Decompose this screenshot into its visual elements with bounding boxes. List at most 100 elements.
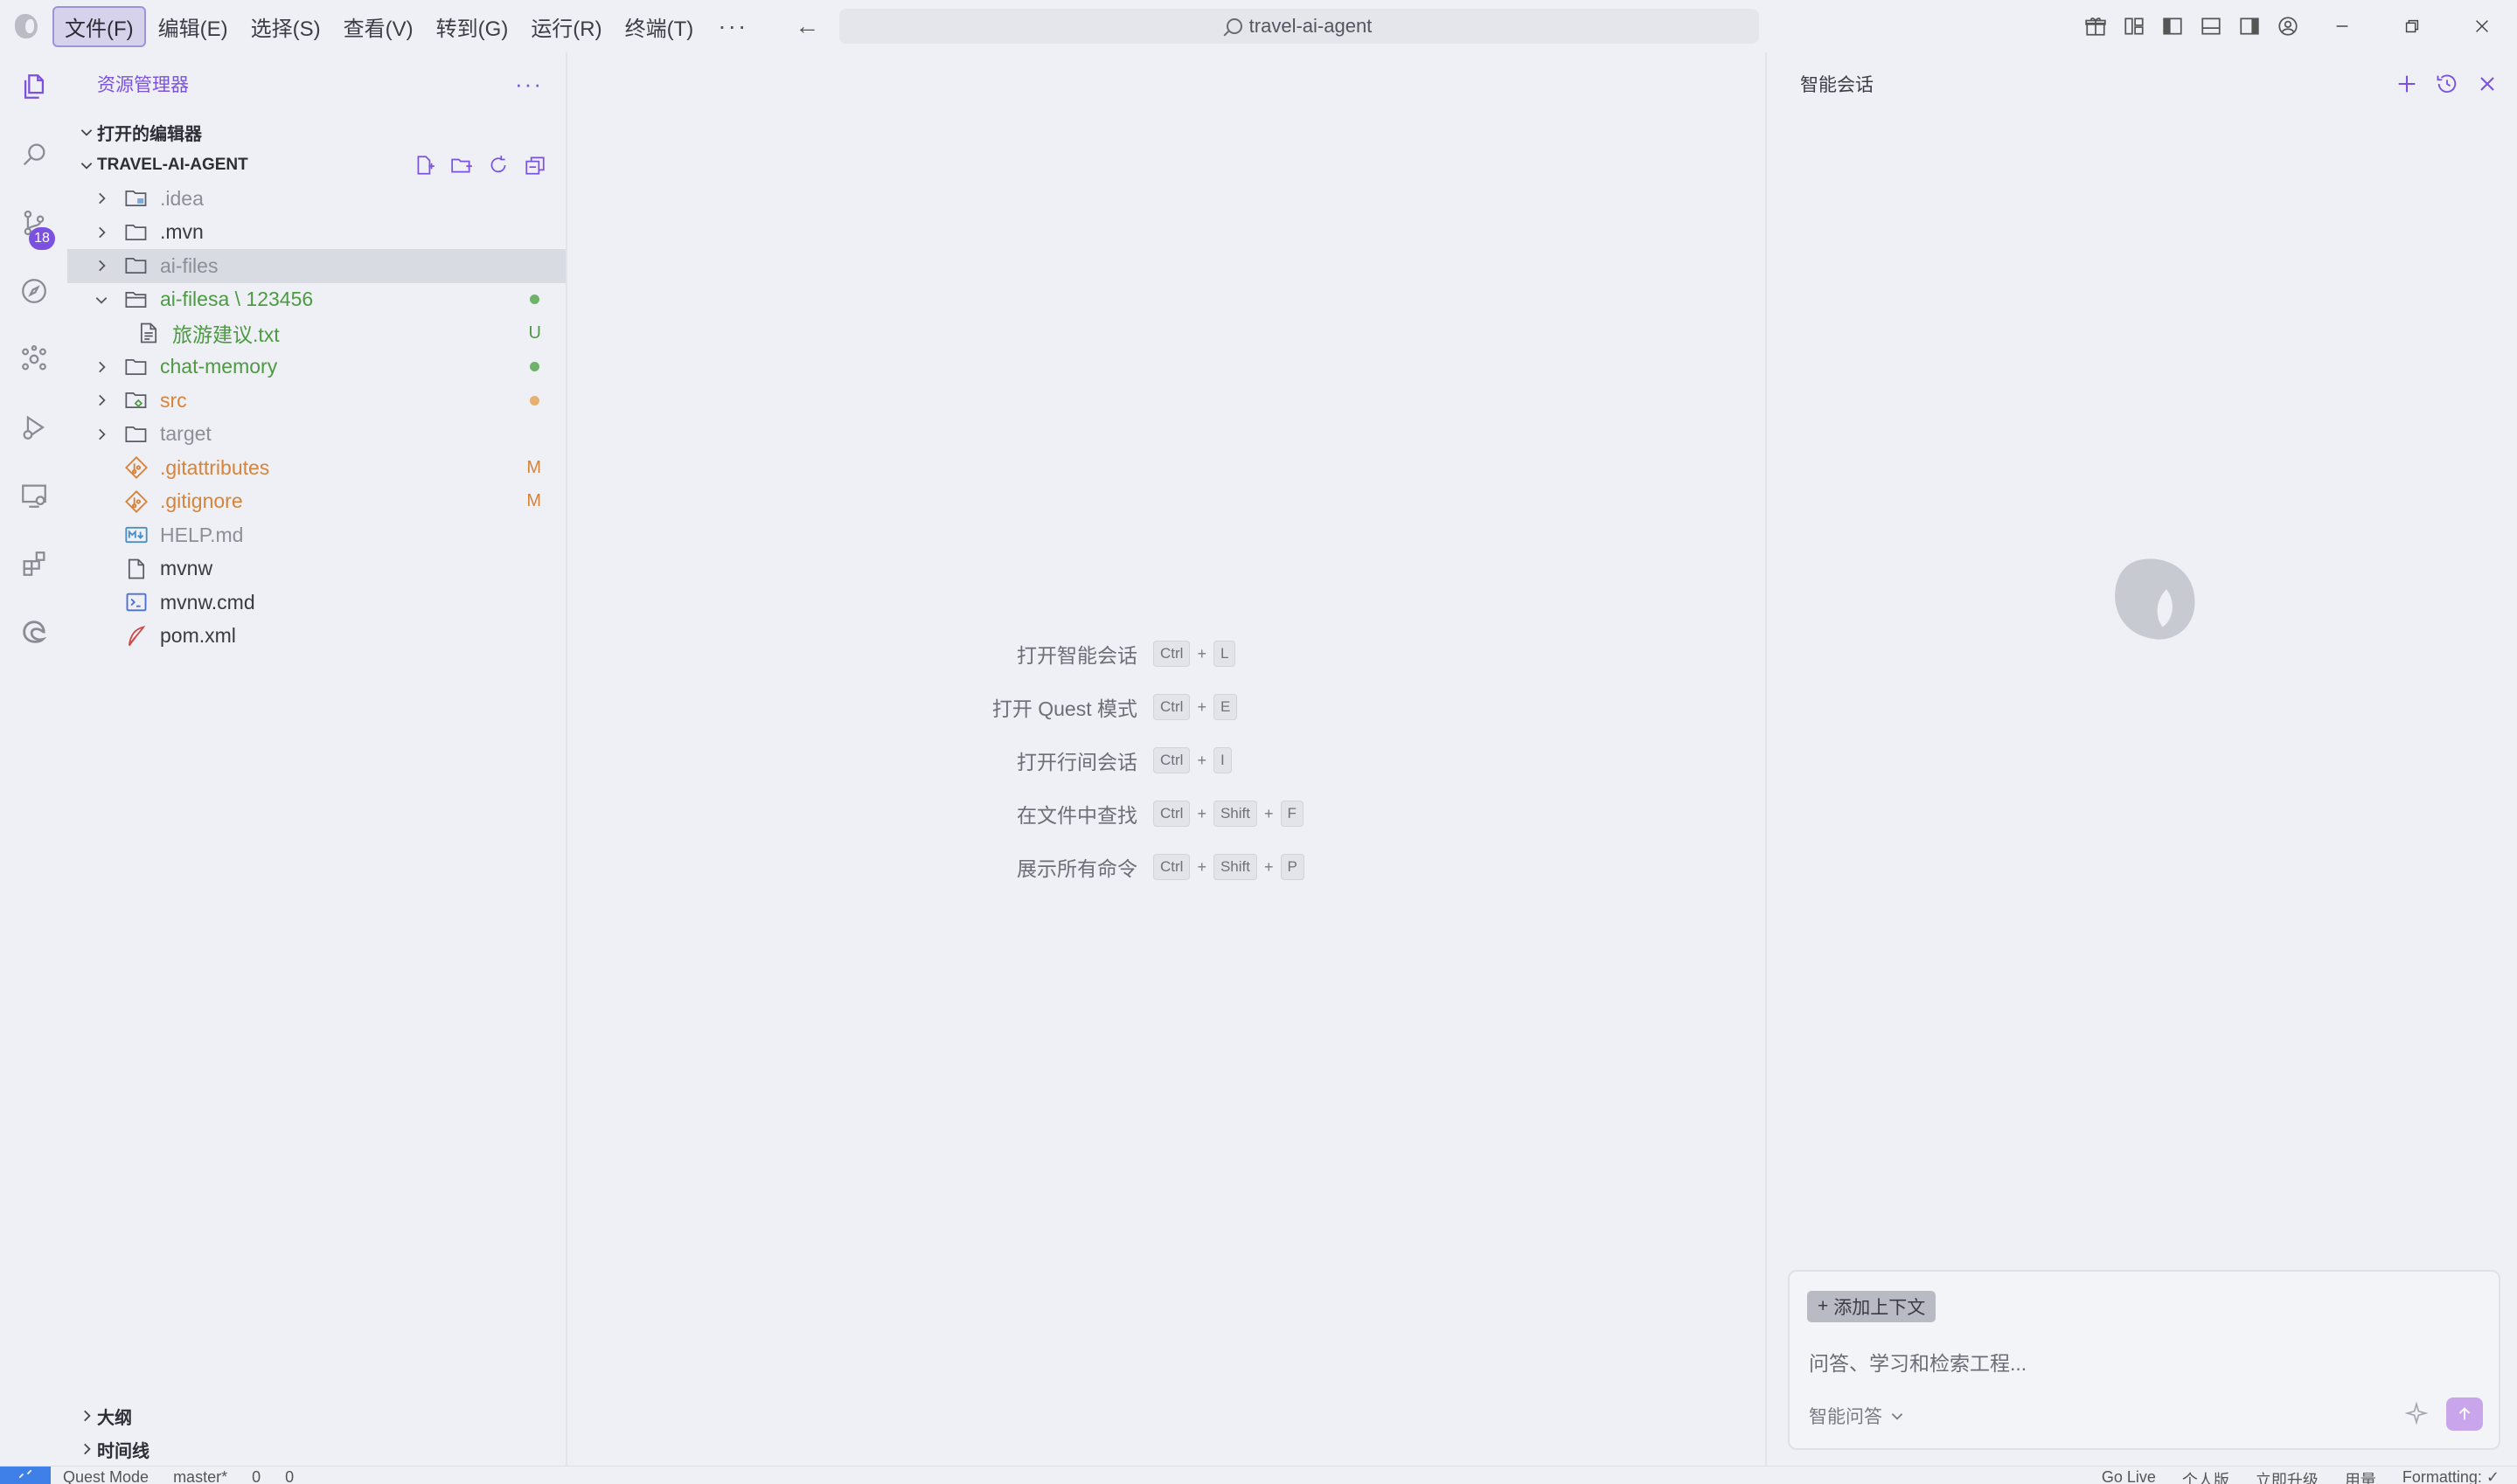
toggle-primary-sidebar-icon[interactable] xyxy=(2153,0,2192,52)
menu-file[interactable]: 文件(F) xyxy=(52,5,146,47)
tree-item-mvnw[interactable]: mvnw xyxy=(67,552,566,586)
tree-item-label: chat-memory xyxy=(160,355,278,378)
tree-item-src[interactable]: src xyxy=(67,384,566,418)
folder-icon xyxy=(123,219,149,246)
branch-status[interactable]: master* xyxy=(173,1468,227,1484)
hint-find-in-files: 在文件中查找 Ctrl + Shift + F xyxy=(768,798,1304,829)
toggle-panel-icon[interactable] xyxy=(2192,0,2230,52)
menu-edit[interactable]: 编辑(E) xyxy=(148,8,239,45)
usage-status[interactable]: 用量 xyxy=(2345,1468,2376,1484)
chevron-right-icon xyxy=(90,392,113,408)
gift-icon[interactable] xyxy=(2076,0,2115,52)
tree-item-help-md[interactable]: HELP.md xyxy=(67,518,566,552)
formatting-status[interactable]: Formatting: ✓ xyxy=(2402,1468,2500,1484)
chat-mode-label: 智能问答 xyxy=(1809,1407,1882,1427)
tree-item-label: .idea xyxy=(160,186,204,210)
tree-item-idea[interactable]: .idea xyxy=(67,182,566,216)
activity-search[interactable] xyxy=(0,121,67,189)
key-cap: I xyxy=(1213,747,1232,773)
tree-item-label: mvnw xyxy=(160,557,213,580)
graph-nodes-icon xyxy=(21,344,46,371)
nav-back-icon[interactable]: ← xyxy=(795,12,819,40)
search-label: travel-ai-agent xyxy=(1248,15,1373,37)
sparkle-icon[interactable] xyxy=(2404,1401,2429,1425)
activity-run-debug[interactable] xyxy=(0,393,67,461)
tree-item-ai-files[interactable]: ai-files xyxy=(67,249,566,283)
tree-item-chat-memory[interactable]: chat-memory xyxy=(67,350,566,385)
chat-input-placeholder[interactable]: 问答、学习和检索工程... xyxy=(1809,1347,2027,1377)
edition-status[interactable]: 个人版 xyxy=(2182,1468,2229,1484)
activity-explorer[interactable] xyxy=(0,52,67,121)
activity-compass[interactable] xyxy=(0,257,67,325)
activity-graph[interactable] xyxy=(0,325,67,393)
add-context-button[interactable]: + 添加上下文 xyxy=(1807,1291,1936,1322)
activity-edge[interactable] xyxy=(0,598,67,666)
new-folder-icon[interactable] xyxy=(450,154,473,177)
toggle-secondary-sidebar-icon[interactable] xyxy=(2230,0,2269,52)
new-file-icon[interactable] xyxy=(414,154,436,177)
close-icon[interactable] xyxy=(2475,72,2500,96)
menu-bar: 文件(F) 编辑(E) 选择(S) 查看(V) 转到(G) 运行(R) 终端(T… xyxy=(52,0,760,52)
activity-extensions[interactable] xyxy=(0,530,67,598)
tree-item-label: target xyxy=(160,422,212,446)
remote-icon xyxy=(18,1469,32,1478)
files-icon xyxy=(24,74,44,99)
tree-item-gitattributes[interactable]: .gitattributes M xyxy=(67,451,566,485)
title-bar: 文件(F) 编辑(E) 选择(S) 查看(V) 转到(G) 运行(R) 终端(T… xyxy=(0,0,2517,52)
close-window-icon[interactable] xyxy=(2447,0,2517,52)
remote-indicator[interactable] xyxy=(0,1467,51,1484)
go-live-status[interactable]: Go Live xyxy=(2102,1468,2156,1484)
open-editors-section[interactable]: 打开的编辑器 xyxy=(67,115,566,149)
editor-area: 打开智能会话 Ctrl + L 打开 Quest 模式 Ctrl + E 打开行… xyxy=(566,52,1765,1466)
key-cap: L xyxy=(1213,641,1236,667)
key-cap: P xyxy=(1280,854,1304,880)
tree-item-label: .gitattributes xyxy=(160,455,270,479)
menu-selection[interactable]: 选择(S) xyxy=(240,8,331,45)
tree-item-pom-xml[interactable]: pom.xml xyxy=(67,620,566,654)
activity-remote-explorer[interactable] xyxy=(0,461,67,530)
menu-terminal[interactable]: 终端(T) xyxy=(615,8,705,45)
chat-mode-selector[interactable]: 智能问答 xyxy=(1809,1403,1905,1429)
tree-item-target[interactable]: target xyxy=(67,418,566,452)
project-section[interactable]: TRAVEL-AI-AGENT xyxy=(67,149,566,182)
chat-input-box[interactable]: + 添加上下文 问答、学习和检索工程... 智能问答 xyxy=(1788,1270,2500,1450)
explorer-title: 资源管理器 xyxy=(97,75,189,95)
menu-go[interactable]: 转到(G) xyxy=(426,8,519,45)
tree-item-mvnw-cmd[interactable]: mvnw.cmd xyxy=(67,586,566,620)
menu-run[interactable]: 运行(R) xyxy=(520,8,612,45)
layout-custom-icon[interactable] xyxy=(2115,0,2153,52)
assistant-logo-icon xyxy=(2115,558,2195,640)
open-editors-label: 打开的编辑器 xyxy=(97,124,202,144)
warnings-count[interactable]: 0 xyxy=(285,1468,294,1484)
account-icon[interactable] xyxy=(2269,0,2307,52)
git-status-dot xyxy=(530,362,539,372)
timeline-section[interactable]: 时间线 xyxy=(67,1432,566,1466)
history-icon[interactable] xyxy=(2435,72,2459,96)
minimize-icon[interactable] xyxy=(2307,0,2377,52)
key-cap: Ctrl xyxy=(1153,694,1191,720)
search-icon xyxy=(23,143,45,166)
outline-section[interactable]: 大纲 xyxy=(67,1399,566,1432)
errors-count[interactable]: 0 xyxy=(252,1468,261,1484)
tree-item-travel-advice[interactable]: 旅游建议.txt U xyxy=(67,316,566,350)
menu-more-button[interactable]: ··· xyxy=(706,12,760,40)
tree-item-gitignore[interactable]: .gitignore M xyxy=(67,485,566,519)
folder-src-icon xyxy=(123,387,149,413)
new-chat-icon[interactable] xyxy=(2395,72,2419,96)
outline-label: 大纲 xyxy=(97,1408,132,1428)
refresh-icon[interactable] xyxy=(487,154,510,177)
hint-open-chat: 打开智能会话 Ctrl + L xyxy=(768,638,1236,669)
send-button[interactable] xyxy=(2446,1397,2483,1431)
restore-icon[interactable] xyxy=(2377,0,2447,52)
plus-icon: + xyxy=(1818,1296,1829,1316)
activity-source-control[interactable]: 18 xyxy=(0,189,67,257)
quest-mode-status[interactable]: Quest Mode xyxy=(63,1468,149,1484)
collapse-all-icon[interactable] xyxy=(524,154,546,177)
tree-item-mvn[interactable]: .mvn xyxy=(67,216,566,250)
upgrade-link[interactable]: 立即升级 xyxy=(2256,1468,2319,1484)
command-center-search[interactable]: travel-ai-agent xyxy=(839,9,1759,44)
menu-view[interactable]: 查看(V) xyxy=(333,8,424,45)
tree-item-label: pom.xml xyxy=(160,624,236,648)
explorer-more-button[interactable]: ··· xyxy=(515,71,543,98)
tree-item-ai-filesa[interactable]: ai-filesa \ 123456 xyxy=(67,283,566,317)
